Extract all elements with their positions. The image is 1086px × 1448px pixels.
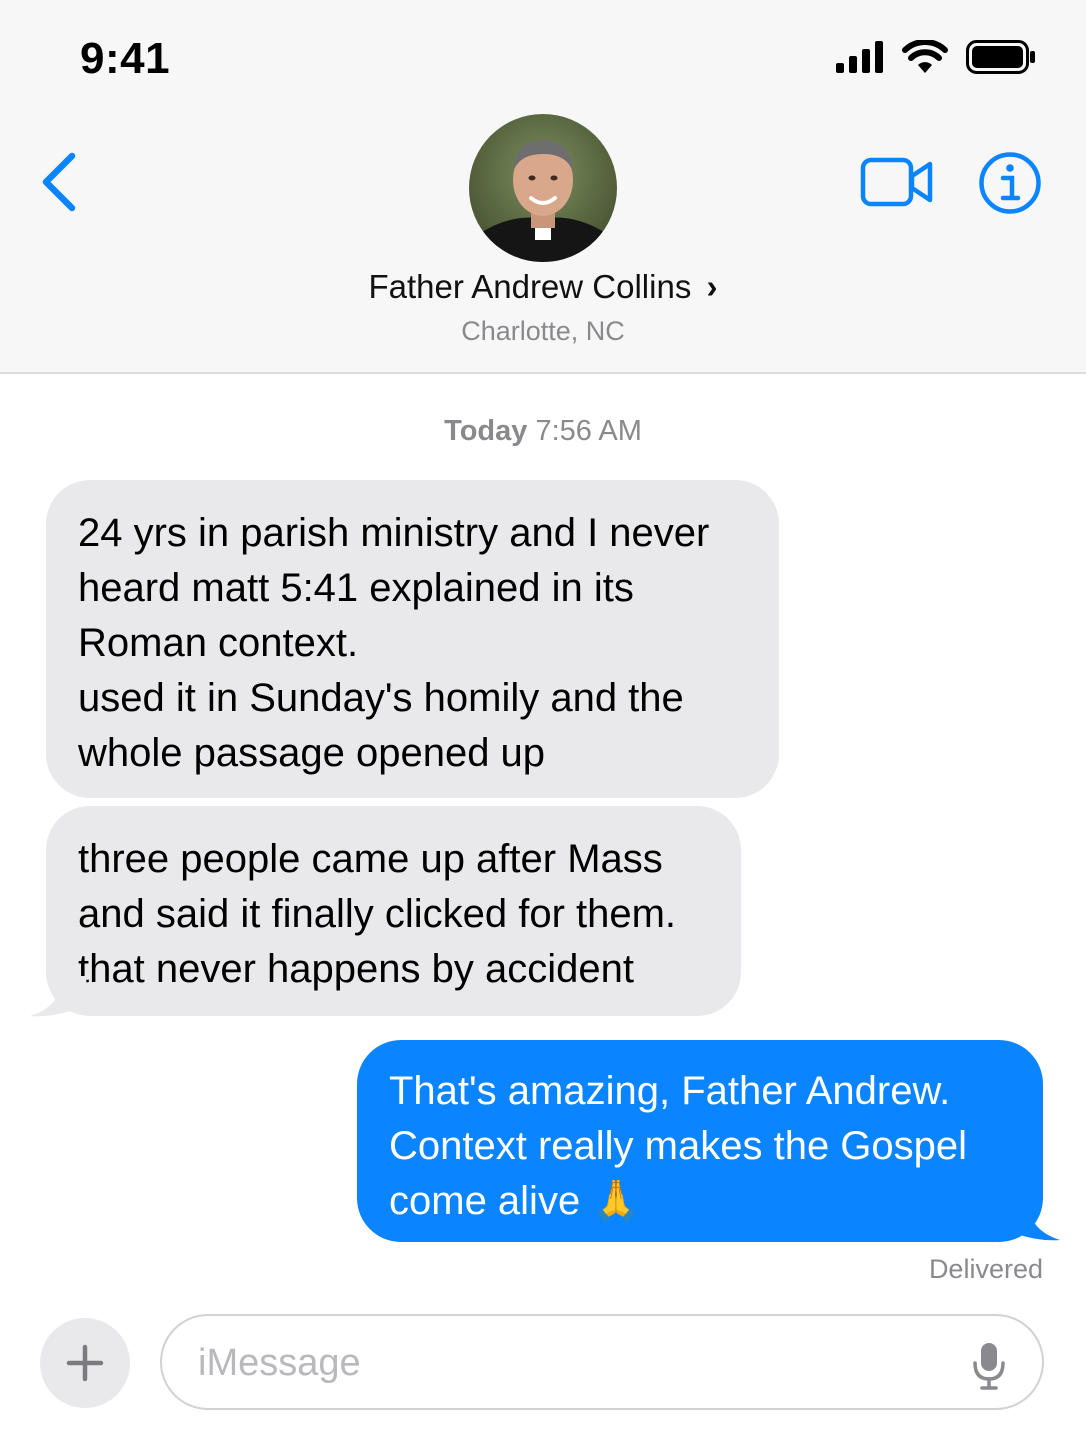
chevron-right-icon: ›: [706, 268, 718, 305]
cellular-signal-icon: [836, 41, 883, 73]
incoming-message-bubble[interactable]: 24 yrs in parish ministry and I never he…: [46, 480, 779, 798]
back-chevron-icon[interactable]: [36, 150, 86, 214]
message-timestamp: Today 7:56 AM: [0, 415, 1086, 448]
timestamp-day: Today: [444, 415, 528, 447]
message-input-bar[interactable]: [160, 1314, 1044, 1410]
incoming-message-bubble[interactable]: three people came up after Mass and said…: [46, 806, 741, 1016]
incoming-bubble-tail: [30, 976, 88, 1017]
status-icons: [836, 40, 1036, 74]
status-time: 9:41: [80, 34, 171, 83]
video-call-icon[interactable]: [860, 156, 934, 208]
microphone-icon[interactable]: [972, 1342, 1006, 1390]
contact-name: Father Andrew Collins: [368, 268, 692, 305]
message-input[interactable]: [196, 1330, 940, 1396]
outgoing-message-bubble[interactable]: That's amazing, Father Andrew. Context r…: [357, 1040, 1043, 1242]
avatar-portrait: [469, 114, 617, 262]
wifi-icon: [902, 40, 948, 73]
info-icon[interactable]: [978, 151, 1042, 215]
plus-icon: [66, 1344, 104, 1382]
conversation-header: 9:41 Father Andrew Collins › Charlotte, …: [0, 0, 1086, 374]
contact-location: Charlotte, NC: [461, 316, 625, 346]
outgoing-bubble-tail: [1002, 1200, 1060, 1241]
timestamp-time: 7:56 AM: [535, 415, 642, 447]
add-attachment-button[interactable]: [40, 1318, 130, 1408]
contact-name-button[interactable]: Father Andrew Collins ›: [0, 268, 1086, 306]
delivery-status: Delivered: [928, 1254, 1043, 1284]
contact-avatar[interactable]: [469, 114, 617, 262]
battery-icon: [966, 40, 1035, 74]
